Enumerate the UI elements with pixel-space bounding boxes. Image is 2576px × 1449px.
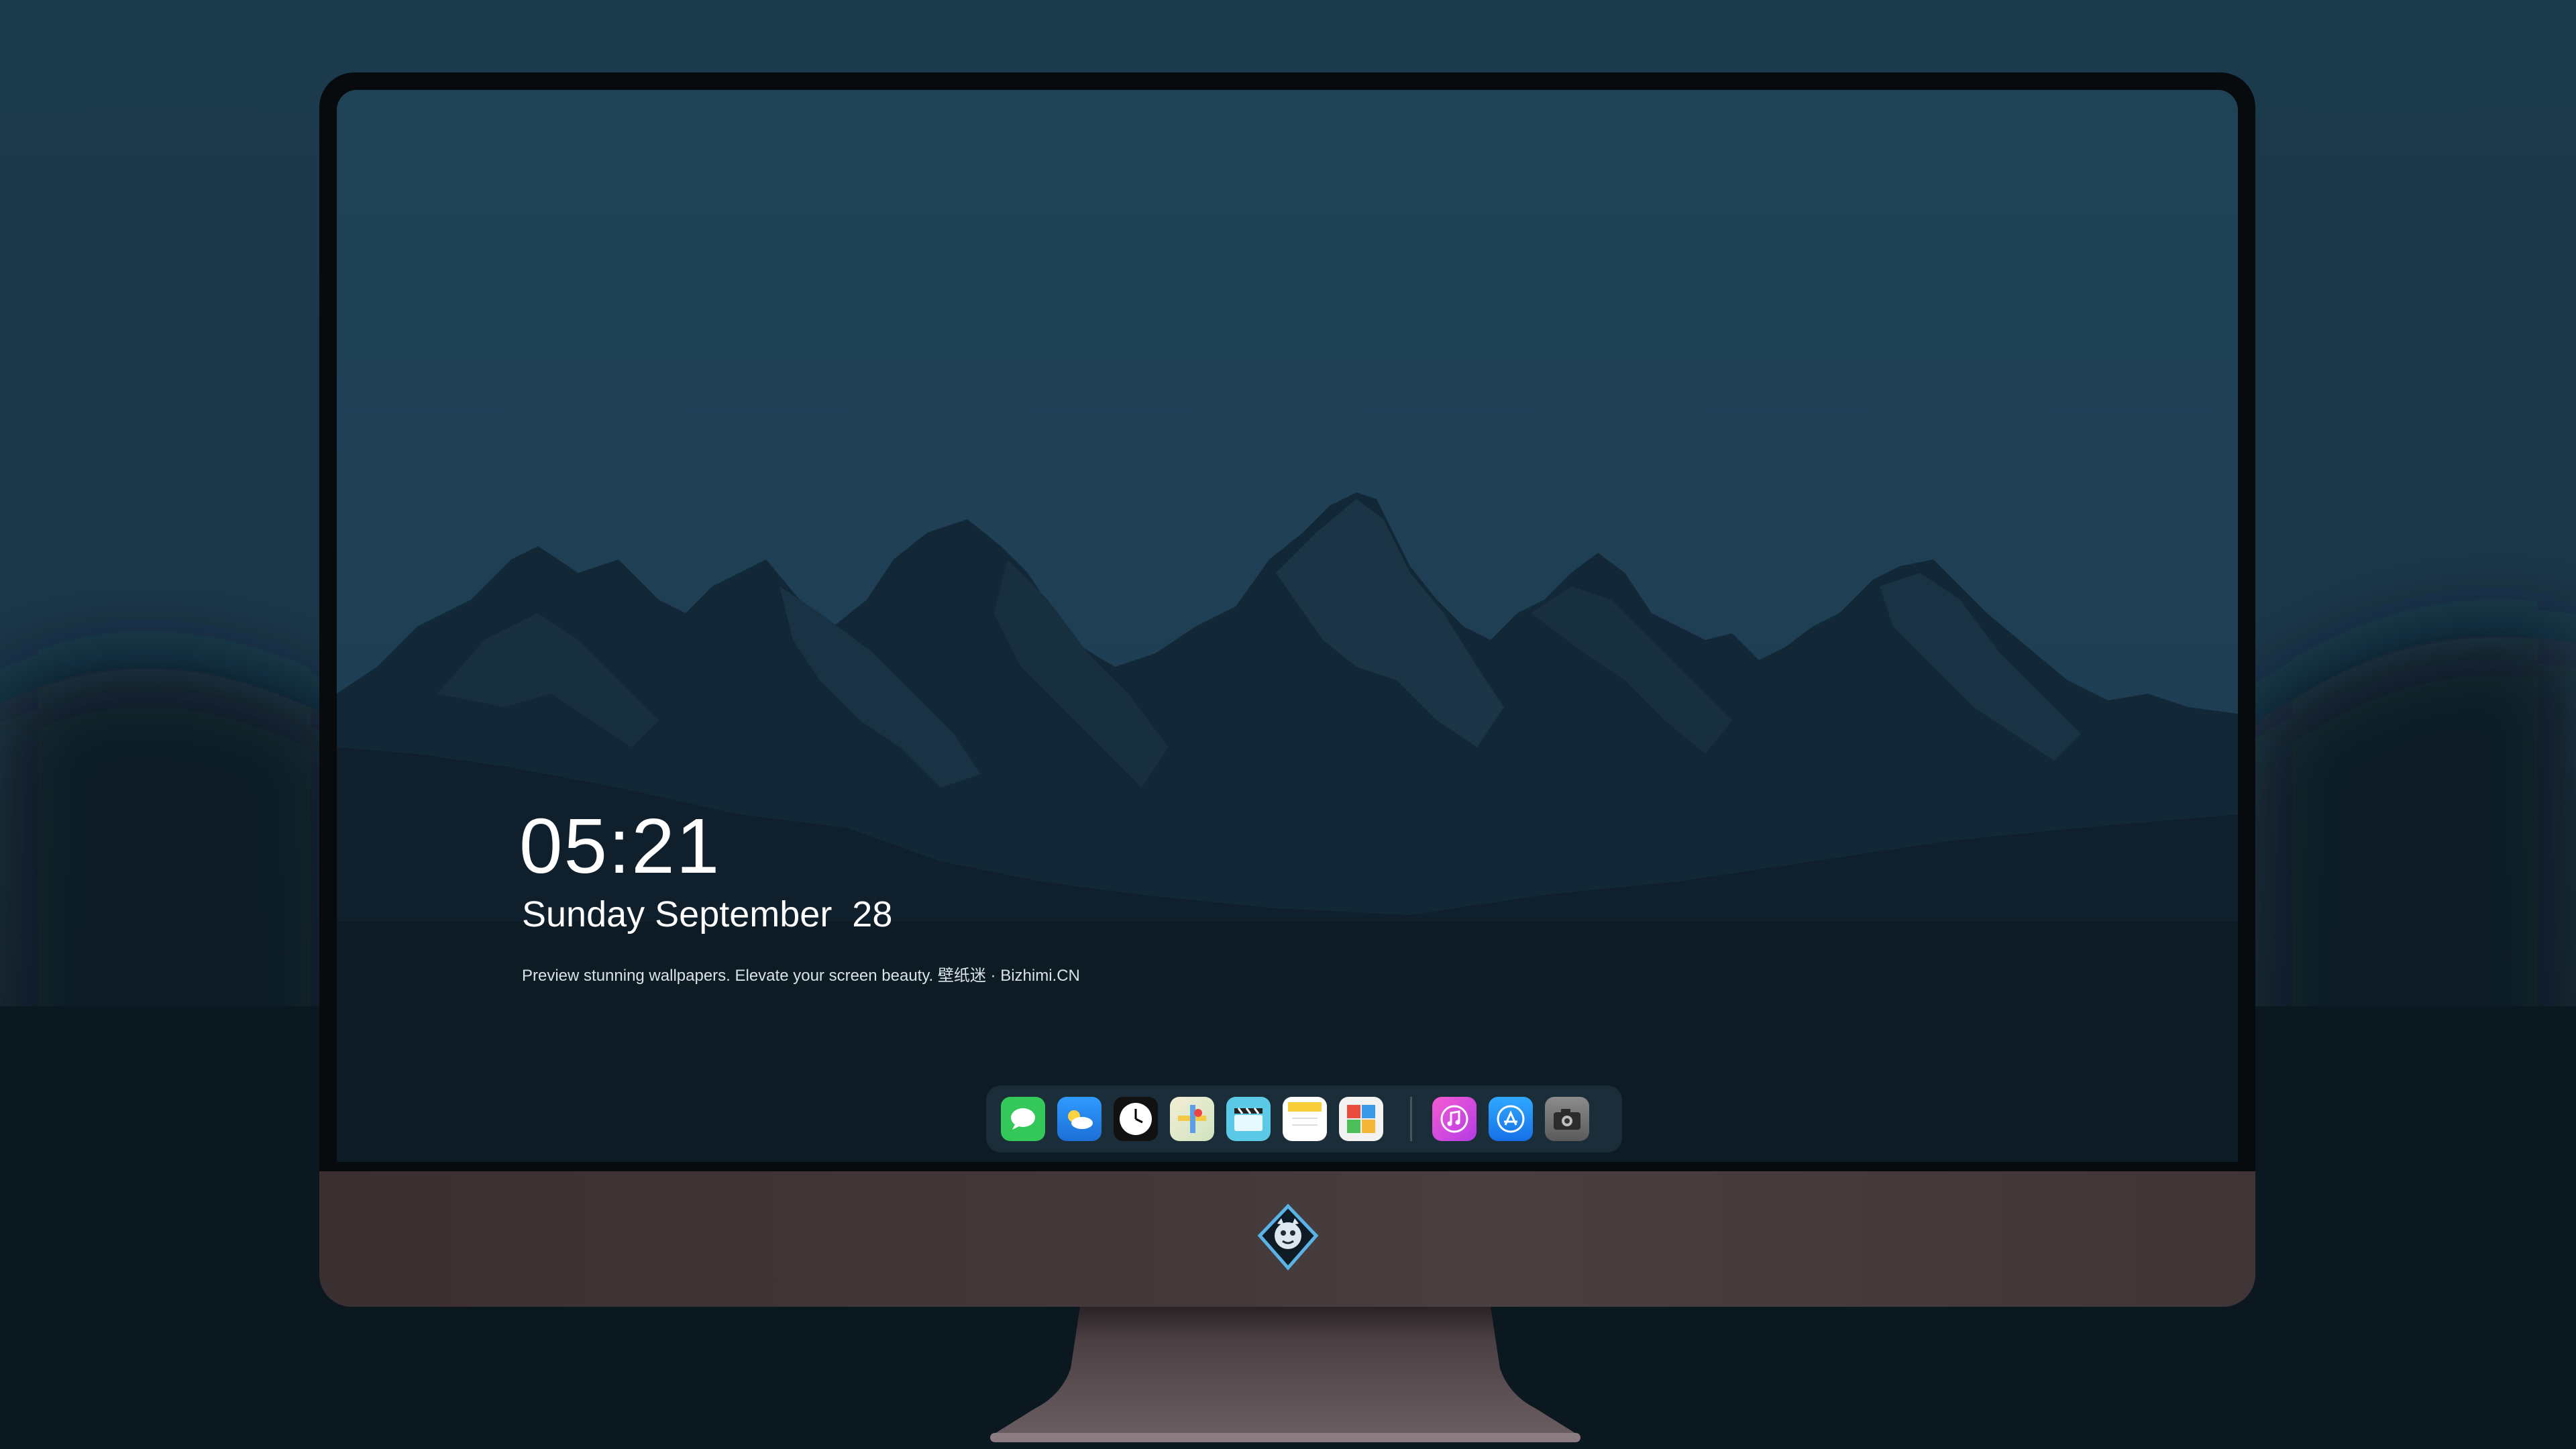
camera-icon[interactable] (1545, 1097, 1589, 1141)
mountain-wallpaper (337, 492, 2238, 1162)
dock-separator (1410, 1097, 1412, 1141)
dock (986, 1085, 1622, 1152)
photo-booth-icon[interactable] (1339, 1097, 1383, 1141)
monitor-chin (319, 1171, 2255, 1307)
maps-icon[interactable] (1170, 1097, 1214, 1141)
app-store-icon[interactable] (1489, 1097, 1533, 1141)
lock-clock: 05:21 (519, 802, 721, 890)
clips-icon[interactable] (1226, 1097, 1271, 1141)
lock-screen: 05:21 Sunday September 28 Preview stunni… (337, 90, 2238, 1162)
notes-icon[interactable] (1283, 1097, 1327, 1141)
clock-icon[interactable] (1114, 1097, 1158, 1141)
messages-icon[interactable] (1001, 1097, 1045, 1141)
lock-date: Sunday September 28 (522, 894, 893, 934)
dragon-logo-icon (1257, 1203, 1319, 1271)
monitor-bezel: 05:21 Sunday September 28 Preview stunni… (319, 72, 2255, 1171)
weather-icon[interactable] (1057, 1097, 1102, 1141)
wallpaper-tagline: Preview stunning wallpapers. Elevate you… (522, 967, 1080, 985)
imac-monitor: 05:21 Sunday September 28 Preview stunni… (319, 72, 2255, 1307)
itunes-icon[interactable] (1432, 1097, 1477, 1141)
